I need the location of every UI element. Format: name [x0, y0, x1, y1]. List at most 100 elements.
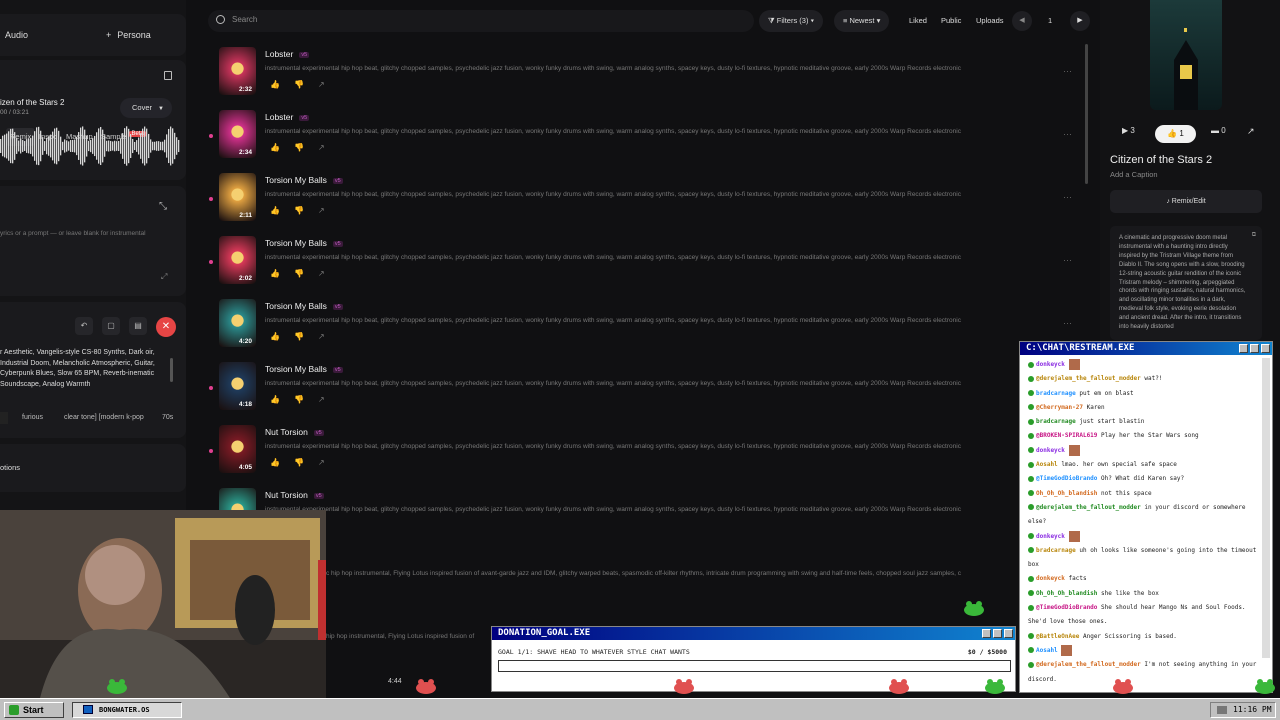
share-icon[interactable]: ↗	[318, 458, 339, 467]
style-scrollbar[interactable]	[170, 358, 173, 382]
undo-icon[interactable]: ↶	[75, 317, 93, 335]
thumbs-down-icon[interactable]: 👎	[294, 206, 318, 215]
share-icon[interactable]: ↗	[318, 269, 339, 278]
song-title[interactable]: Torsion My Balls v5	[265, 175, 343, 185]
more-options-icon[interactable]: ···	[1063, 66, 1072, 76]
sort-dropdown[interactable]: ≡ Newest ▾	[834, 10, 890, 32]
public-filter[interactable]: Public	[941, 10, 961, 32]
waveform[interactable]	[0, 126, 180, 166]
lyrics-input[interactable]: yrics or a prompt — or leave blank for i…	[0, 230, 146, 237]
chat-scrollbar[interactable]	[1262, 358, 1270, 658]
song-row[interactable]: 4:20 Torsion My Balls v5 instrumental exper…	[190, 296, 1080, 359]
tag-chip[interactable]: clear tone] [modern k-pop	[64, 412, 144, 424]
thumbs-up-icon[interactable]: 👍	[270, 395, 294, 404]
song-thumbnail[interactable]: 4:05	[219, 425, 256, 473]
song-title[interactable]: Torsion My Balls v5	[265, 301, 343, 311]
comment-count[interactable]: ▬ 0	[1211, 126, 1226, 135]
add-caption-link[interactable]: Add a Caption	[1110, 170, 1158, 179]
style-input[interactable]: r Aesthetic, Vangelis-style CS-80 Synths…	[0, 348, 162, 390]
song-title[interactable]: Lobster v5	[265, 49, 310, 59]
song-title[interactable]: Lobster v5	[265, 112, 310, 122]
thumbs-up-icon[interactable]: 👍	[270, 458, 294, 467]
platform-icon	[1028, 475, 1034, 482]
clear-icon[interactable]: ▤	[129, 317, 147, 335]
share-icon[interactable]: ↗	[1247, 126, 1255, 137]
thumbs-down-icon[interactable]: 👎	[294, 395, 318, 404]
song-row[interactable]: 4:18 Torsion My Balls v5 instrumental exper…	[190, 359, 1080, 422]
song-row[interactable]: 2:02 Torsion My Balls v5 instrumental exper…	[190, 233, 1080, 296]
expand-icon[interactable]: ⤢	[161, 272, 167, 282]
more-options-icon[interactable]: ···	[1063, 255, 1072, 265]
thumbs-down-icon[interactable]: 👎	[294, 143, 318, 152]
thumbs-down-icon[interactable]: 👎	[294, 458, 318, 467]
song-row[interactable]: 4:05 Nut Torsion v5 instrumental experiment…	[190, 422, 1080, 485]
song-title[interactable]: Nut Torsion v5	[265, 427, 324, 437]
thumbs-down-icon[interactable]: 👎	[294, 269, 318, 278]
tag-chip[interactable]	[0, 412, 8, 424]
close-icon[interactable]	[1261, 344, 1270, 353]
emote-icon	[1068, 444, 1080, 456]
song-thumbnail[interactable]: 2:02	[219, 236, 256, 284]
frog-emote	[107, 679, 127, 694]
chat-message: discord.	[1020, 673, 1258, 687]
chat-message: donkeyck	[1020, 444, 1258, 458]
tag-chip[interactable]: furious	[22, 412, 43, 424]
persona-button[interactable]: + Persona	[106, 22, 151, 48]
thumbs-up-icon[interactable]: 👍	[270, 80, 294, 89]
maximize-icon[interactable]	[1250, 344, 1259, 353]
song-title[interactable]: Torsion My Balls v5	[265, 364, 343, 374]
list-scrollbar[interactable]	[1085, 44, 1088, 184]
search-input[interactable]: Search	[208, 10, 754, 32]
tag-chip[interactable]: 70s	[162, 412, 173, 424]
more-options-icon[interactable]: ···	[1063, 129, 1072, 139]
shuffle-icon[interactable]: ✕	[156, 317, 176, 337]
song-description: instrumental experimental hip hop beat, …	[265, 380, 961, 387]
taskbar-item[interactable]: BONGWATER.OS	[72, 702, 182, 718]
thumbs-down-icon[interactable]: 👎	[294, 332, 318, 341]
thumbs-up-icon[interactable]: 👍	[270, 332, 294, 341]
chat-text: Oh? What did Karen say?	[1101, 475, 1185, 483]
close-icon[interactable]	[1004, 629, 1013, 638]
remix-edit-button[interactable]: ♪ Remix/Edit	[1110, 190, 1262, 213]
song-thumbnail[interactable]: 2:32	[219, 47, 256, 95]
magic-wand-icon[interactable]: ⤡	[159, 201, 167, 212]
share-icon[interactable]: ↗	[318, 143, 339, 152]
song-actions: 👍👎↗	[270, 80, 339, 89]
description-box: A cinematic and progressive doom metal i…	[1110, 226, 1262, 340]
song-thumbnail[interactable]: 4:20	[219, 299, 256, 347]
minimize-icon[interactable]	[1239, 344, 1248, 353]
start-button[interactable]: Start	[4, 702, 64, 718]
share-icon[interactable]: ↗	[318, 80, 339, 89]
audio-tab[interactable]: Audio	[5, 22, 28, 48]
trash-icon[interactable]	[164, 71, 172, 80]
more-options-icon[interactable]: ···	[1063, 192, 1072, 202]
share-icon[interactable]: ↗	[318, 332, 339, 341]
song-row[interactable]: 2:32 Lobster v5 instrumental experimental h…	[190, 44, 1080, 107]
cover-dropdown[interactable]: Cover ▼	[120, 98, 172, 118]
liked-filter[interactable]: Liked	[909, 10, 927, 32]
filters-button[interactable]: ⧩ Filters (3) ▾	[759, 10, 824, 32]
minimize-icon[interactable]	[982, 629, 991, 638]
song-thumbnail[interactable]: 4:18	[219, 362, 256, 410]
song-row[interactable]: 2:11 Torsion My Balls v5 instrumental exper…	[190, 170, 1080, 233]
uploads-filter[interactable]: Uploads	[976, 10, 1004, 32]
song-row[interactable]: 2:34 Lobster v5 instrumental experimental h…	[190, 107, 1080, 170]
copy-icon[interactable]: ⧉	[1252, 232, 1256, 239]
more-options-icon[interactable]: ···	[1063, 318, 1072, 328]
prev-page-icon[interactable]: ◀	[1012, 11, 1032, 31]
thumbs-up-icon[interactable]: 👍	[270, 269, 294, 278]
song-title[interactable]: Torsion My Balls v5	[265, 238, 343, 248]
maximize-icon[interactable]	[993, 629, 1002, 638]
thumbs-up-icon[interactable]: 👍	[270, 143, 294, 152]
song-thumbnail[interactable]: 2:34	[219, 110, 256, 158]
share-icon[interactable]: ↗	[318, 395, 339, 404]
share-icon[interactable]: ↗	[318, 206, 339, 215]
song-title[interactable]: Nut Torsion v5	[265, 490, 324, 500]
thumbs-up-icon[interactable]: 👍	[270, 206, 294, 215]
like-button[interactable]: 👍 1	[1155, 125, 1196, 143]
song-thumbnail[interactable]: 2:11	[219, 173, 256, 221]
thumbs-down-icon[interactable]: 👎	[294, 80, 318, 89]
copy-icon[interactable]: ▢	[102, 317, 120, 335]
options-card[interactable]: otions	[0, 444, 186, 492]
next-page-icon[interactable]: ▶	[1070, 11, 1090, 31]
